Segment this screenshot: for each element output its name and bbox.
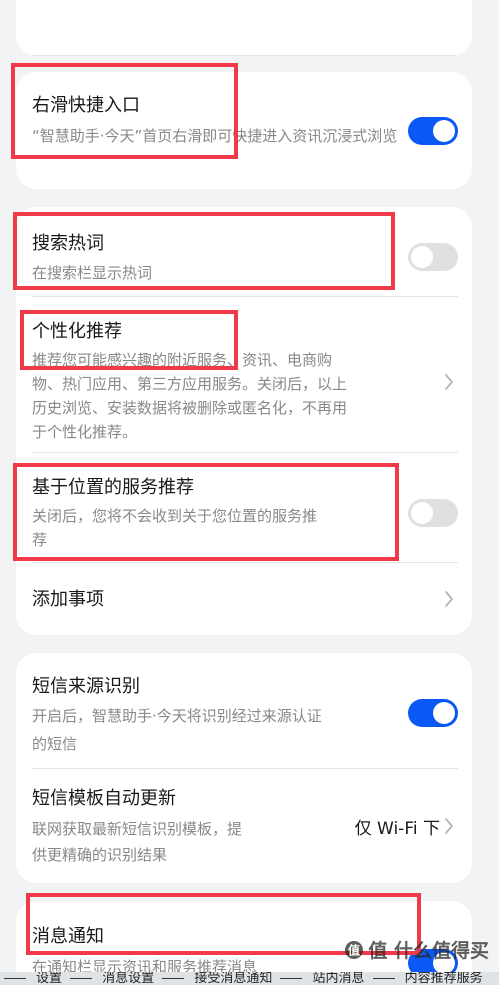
breadcrumb-item: 消息设置: [102, 972, 155, 985]
personal-subtitle-1: 推荐您可能感兴趣的附近服务、资讯、电商购: [32, 351, 333, 369]
sms-template-subtitle-2: 供更精确的识别结果: [32, 846, 168, 864]
svg-text:值: 值: [348, 943, 360, 958]
row-hotwords[interactable]: 搜索热词 在搜索栏显示热词: [32, 207, 458, 297]
watermark: 值 值 什么值得买: [344, 936, 489, 963]
row-swipe-entry[interactable]: 右滑快捷入口 “智慧助手·今天”首页右滑即可快捷进入资讯沉浸式浏览: [32, 72, 458, 189]
row-sms-template[interactable]: 短信模板自动更新 联网获取最新短信识别模板，提 供更精确的识别结果 仅 Wi-F…: [32, 769, 458, 883]
add-item-title: 添加事项: [32, 589, 104, 610]
swipe-entry-subtitle: “智慧助手·今天”首页右滑即可快捷进入资讯沉浸式浏览: [32, 127, 398, 145]
sms-template-title: 短信模板自动更新: [32, 788, 176, 809]
row-personal[interactable]: 个性化推荐 推荐您可能感兴趣的附近服务、资讯、电商购 物、热门应用、第三方应用服…: [32, 297, 458, 453]
breadcrumb-item: 设置: [36, 972, 63, 985]
swipe-entry-title: 右滑快捷入口: [32, 95, 140, 116]
breadcrumb-item: 内容推荐服务: [404, 972, 483, 985]
card-sms: 短信来源识别 开启后，智慧助手·今天将识别经过来源认证 的短信 短信模板自动更新…: [16, 653, 472, 883]
personal-subtitle-3: 历史浏览、安装数据将被删除或匿名化，不再用: [32, 399, 348, 417]
chevron-right-icon: [445, 818, 453, 834]
sms-template-subtitle-1: 联网获取最新短信识别模板，提: [32, 820, 243, 838]
card-swipe: 右滑快捷入口 “智慧助手·今天”首页右滑即可快捷进入资讯沉浸式浏览: [16, 72, 472, 189]
row-sms-source[interactable]: 短信来源识别 开启后，智慧助手·今天将识别经过来源认证 的短信: [32, 653, 458, 769]
bottom-breadcrumb: 设置 消息设置 接受消息通知 站内消息 内容推荐服务: [0, 972, 499, 985]
personal-title: 个性化推荐: [32, 321, 122, 342]
hotwords-subtitle: 在搜索栏显示热词: [32, 264, 153, 282]
sms-source-subtitle-2: 的短信: [32, 735, 78, 753]
swipe-entry-toggle[interactable]: [408, 117, 458, 145]
sms-template-value: 仅 Wi-Fi 下: [354, 819, 440, 839]
sms-source-subtitle-1: 开启后，智慧助手·今天将识别经过来源认证: [32, 707, 322, 725]
chevron-right-icon: [445, 591, 453, 607]
location-subtitle-2: 荐: [32, 531, 48, 549]
row-location[interactable]: 基于位置的服务推荐 关闭后，您将不会收到关于您位置的服务推 荐: [32, 453, 458, 563]
top-card-edge: [16, 0, 472, 56]
row-add-item[interactable]: 添加事项: [32, 563, 458, 635]
hotwords-toggle[interactable]: [408, 243, 458, 271]
breadcrumb-item: 接受消息通知: [194, 972, 273, 985]
personal-subtitle-4: 于个性化推荐。: [32, 423, 138, 441]
hotwords-title: 搜索热词: [32, 233, 104, 254]
sms-source-toggle[interactable]: [408, 699, 458, 727]
watermark-logo-icon: 值: [345, 941, 364, 959]
watermark-text: 值 什么值得买: [368, 940, 489, 962]
breadcrumb-item: 站内消息: [312, 972, 365, 985]
notify-title: 消息通知: [32, 926, 104, 947]
location-toggle[interactable]: [408, 499, 458, 527]
chevron-right-icon: [445, 374, 453, 390]
personal-subtitle-2: 物、热门应用、第三方应用服务。关闭后，以上: [32, 375, 348, 393]
location-title: 基于位置的服务推荐: [32, 477, 194, 498]
location-subtitle-1: 关闭后，您将不会收到关于您位置的服务推: [32, 507, 318, 525]
sms-source-title: 短信来源识别: [32, 676, 140, 697]
card-recommend: 搜索热词 在搜索栏显示热词 个性化推荐 推荐您可能感兴趣的附近服务、资讯、电商购…: [16, 207, 472, 635]
